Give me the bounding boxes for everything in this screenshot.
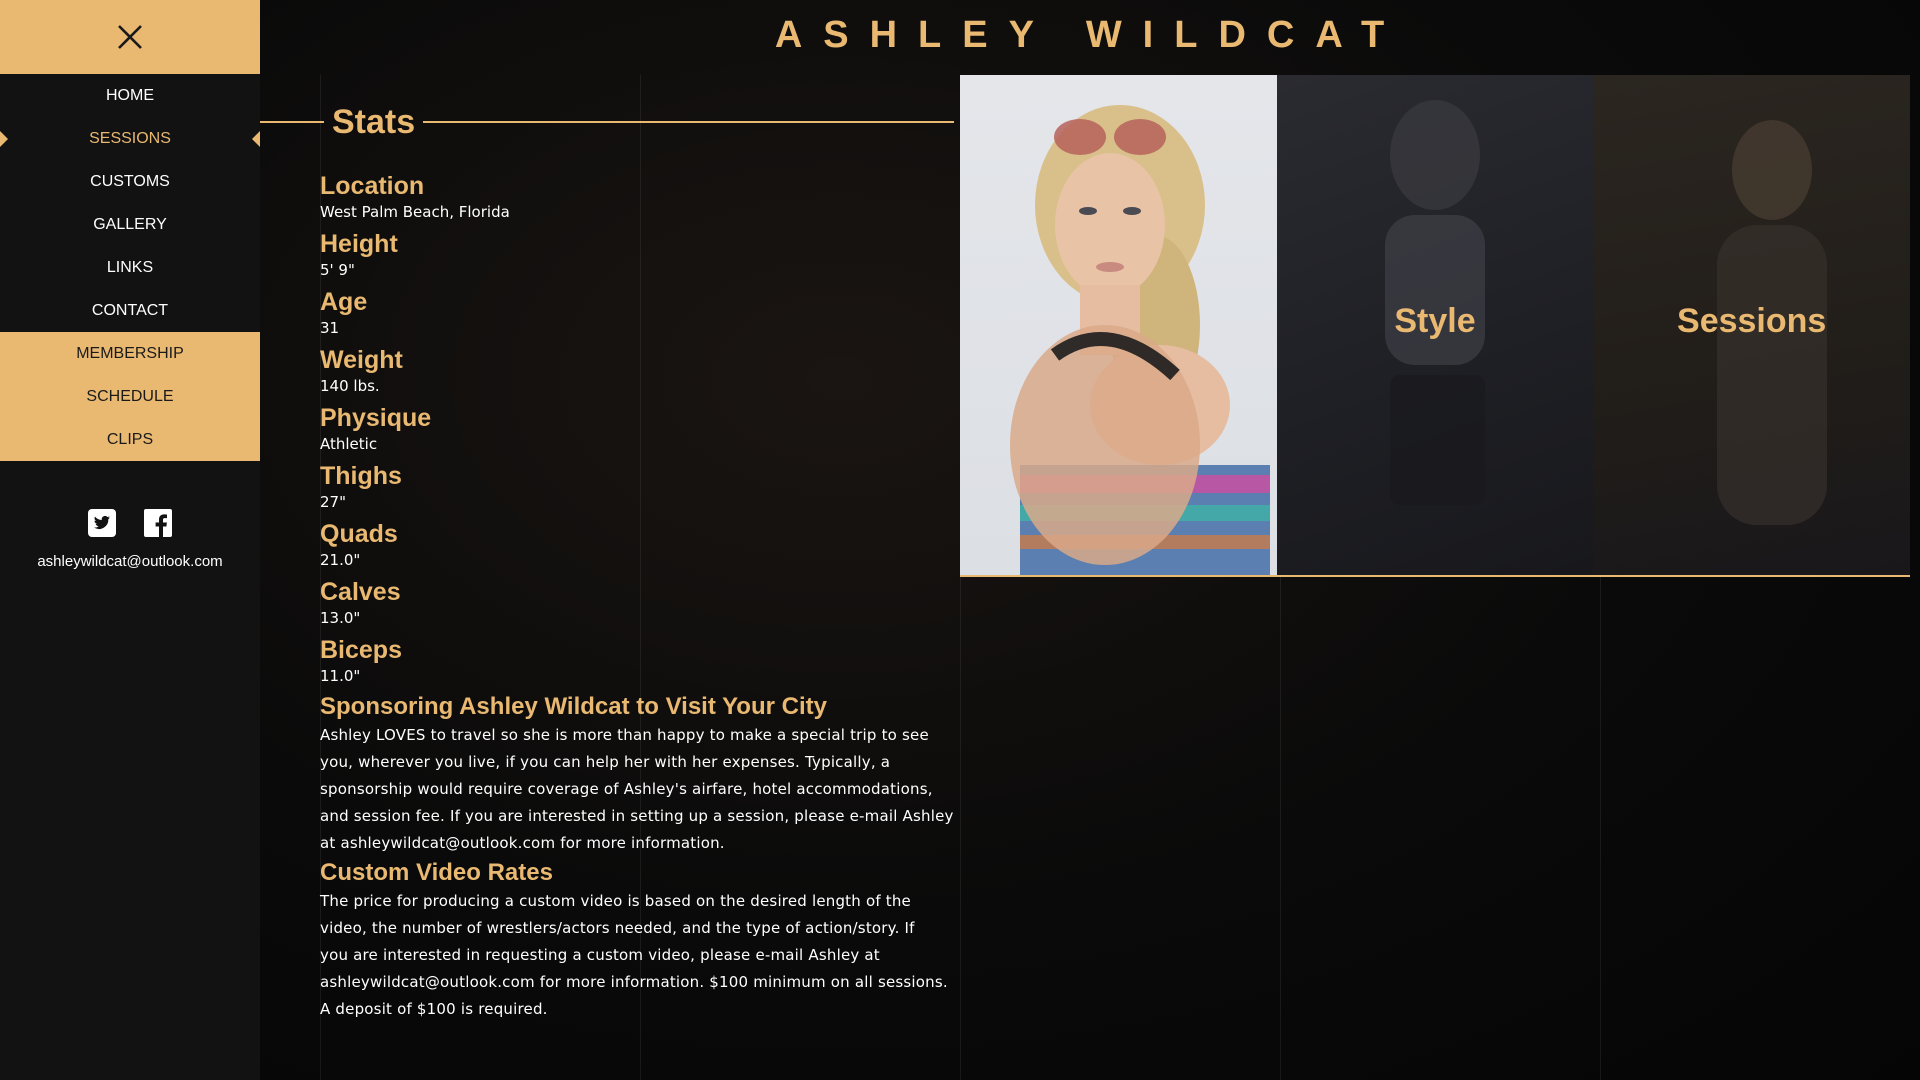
nav-item-contact[interactable]: CONTACT bbox=[0, 289, 260, 332]
stat-value: 31 bbox=[320, 319, 340, 337]
custom-video-section: Custom Video Rates The price for produci… bbox=[320, 858, 970, 1023]
social-links bbox=[0, 509, 260, 537]
nav-item-customs[interactable]: CUSTOMS bbox=[0, 160, 260, 203]
nav-item-schedule[interactable]: SCHEDULE bbox=[0, 375, 260, 418]
stats-heading: Stats bbox=[332, 102, 416, 141]
stat-value: 21.0" bbox=[320, 551, 361, 569]
stat-age: Age 31 bbox=[320, 287, 510, 345]
text-line: A deposit of $100 is required. bbox=[320, 1000, 548, 1018]
nav-item-membership[interactable]: MEMBERSHIP bbox=[0, 332, 260, 375]
nav-item-gallery[interactable]: GALLERY bbox=[0, 203, 260, 246]
text-line: video, the number of wrestlers/actors ne… bbox=[320, 919, 915, 937]
nav-item-label: SCHEDULE bbox=[86, 387, 174, 405]
main-nav: HOME SESSIONS CUSTOMS GALLERY LINKS CONT… bbox=[0, 74, 260, 461]
stat-value: 13.0" bbox=[320, 609, 361, 627]
stat-physique: Physique Athletic bbox=[320, 403, 510, 461]
stat-label: Biceps bbox=[320, 636, 402, 664]
nav-item-links[interactable]: LINKS bbox=[0, 246, 260, 289]
stat-label: Calves bbox=[320, 578, 401, 606]
nav-item-label: CONTACT bbox=[91, 301, 169, 319]
nav-item-label: CUSTOMS bbox=[90, 172, 170, 190]
custom-video-text: The price for producing a custom video i… bbox=[320, 888, 970, 1023]
text-line: you, wherever you live, if you can help … bbox=[320, 753, 891, 771]
gallery-strip: Style Sessions bbox=[960, 75, 1911, 577]
sponsoring-section: Sponsoring Ashley Wildcat to Visit Your … bbox=[320, 692, 970, 857]
nav-item-sessions[interactable]: SESSIONS bbox=[0, 117, 260, 160]
nav-item-label: MEMBERSHIP bbox=[76, 344, 184, 362]
stat-value: 5' 9" bbox=[320, 261, 355, 279]
gallery-tile-profile-photo[interactable] bbox=[960, 75, 1277, 575]
stats-header: Stats bbox=[260, 100, 954, 144]
text-line: Ashley LOVES to travel so she is more th… bbox=[320, 726, 929, 744]
main-content: ASHLEY WILDCAT Stats Location West Palm … bbox=[260, 0, 1920, 1080]
nav-item-label: GALLERY bbox=[93, 215, 167, 233]
sponsoring-heading: Sponsoring Ashley Wildcat to Visit Your … bbox=[320, 693, 827, 720]
nav-item-label: LINKS bbox=[106, 258, 154, 276]
stat-label: Thighs bbox=[320, 462, 402, 490]
nav-item-clips[interactable]: CLIPS bbox=[0, 418, 260, 461]
stat-thighs: Thighs 27" bbox=[320, 461, 510, 519]
stat-label: Location bbox=[320, 172, 425, 200]
text-line: ashleywildcat@outlook.com for more infor… bbox=[320, 973, 948, 991]
nav-item-home[interactable]: HOME bbox=[0, 74, 260, 117]
twitter-icon[interactable] bbox=[88, 509, 116, 537]
style-tile-label: Style bbox=[1394, 302, 1476, 340]
text-line: at ashleywildcat@outlook.com for more in… bbox=[320, 834, 725, 852]
stat-weight: Weight 140 lbs. bbox=[320, 345, 510, 403]
sponsoring-text: Ashley LOVES to travel so she is more th… bbox=[320, 722, 970, 857]
nav-item-label: CLIPS bbox=[106, 430, 154, 448]
stat-quads: Quads 21.0" bbox=[320, 519, 510, 577]
text-line: sponsorship would require coverage of As… bbox=[320, 780, 933, 798]
stat-label: Quads bbox=[320, 520, 398, 548]
sessions-tile-label: Sessions bbox=[1677, 302, 1827, 340]
sidebar: HOME SESSIONS CUSTOMS GALLERY LINKS CONT… bbox=[0, 0, 260, 1080]
stat-value: 27" bbox=[320, 493, 346, 511]
stat-label: Weight bbox=[320, 346, 403, 374]
stats-rule-right bbox=[423, 121, 954, 123]
stat-value: 11.0" bbox=[320, 667, 361, 685]
stat-value: 140 lbs. bbox=[320, 377, 380, 395]
active-marker-right-icon bbox=[252, 131, 260, 147]
stat-label: Height bbox=[320, 230, 398, 258]
nav-item-label: HOME bbox=[106, 86, 154, 104]
active-marker-left-icon bbox=[0, 131, 8, 147]
stat-label: Physique bbox=[320, 404, 432, 432]
stats-list: Location West Palm Beach, Florida Height… bbox=[320, 171, 510, 693]
site-title: ASHLEY WILDCAT bbox=[774, 14, 1406, 56]
text-line: The price for producing a custom video i… bbox=[320, 892, 911, 910]
stat-biceps: Biceps 11.0" bbox=[320, 635, 510, 693]
stat-calves: Calves 13.0" bbox=[320, 577, 510, 635]
stats-rule-left bbox=[260, 121, 324, 123]
stat-height: Height 5' 9" bbox=[320, 229, 510, 287]
sidebar-email-link[interactable]: ashleywildcat@outlook.com bbox=[0, 553, 260, 570]
facebook-icon[interactable] bbox=[144, 509, 172, 537]
gallery-tile-sessions[interactable]: Sessions bbox=[1593, 75, 1911, 575]
stat-label: Age bbox=[320, 288, 368, 316]
custom-video-heading: Custom Video Rates bbox=[320, 859, 553, 886]
gallery-tile-style[interactable]: Style bbox=[1276, 75, 1594, 575]
stat-value: Athletic bbox=[320, 435, 378, 453]
text-line: you are interested in requesting a custo… bbox=[320, 946, 880, 964]
stat-location: Location West Palm Beach, Florida bbox=[320, 171, 510, 229]
text-line: and session fee. If you are interested i… bbox=[320, 807, 954, 825]
nav-item-label: SESSIONS bbox=[89, 129, 171, 147]
stat-value: West Palm Beach, Florida bbox=[320, 203, 510, 221]
profile-photo bbox=[1010, 105, 1270, 575]
close-menu-button[interactable] bbox=[0, 0, 260, 74]
close-x-icon bbox=[118, 25, 142, 49]
